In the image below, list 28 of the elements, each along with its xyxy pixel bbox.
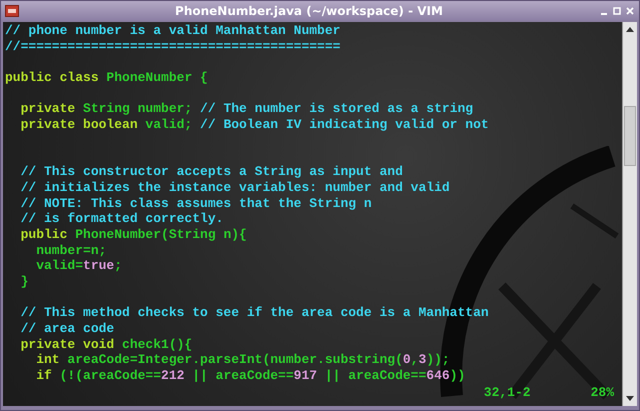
code-line: // This constructor accepts a String as input and [20, 164, 403, 180]
code-line: // initializes the instance variables: number and valid [20, 180, 450, 196]
code-line: // area code [20, 321, 114, 337]
code-line: number=n; [35, 242, 106, 258]
code-line: } [20, 274, 28, 290]
scroll-down-icon[interactable] [625, 395, 635, 403]
code-line: private String number; // The number is stored as a string [20, 101, 474, 118]
cursor-position: 32,1-2 [484, 384, 531, 401]
code-line: int areaCode=Integer.parseInt(number.substring(0,3)); [35, 352, 450, 368]
scroll-percentage: 28% [590, 384, 614, 401]
code-line: // NOTE: This class assumes that the String n [20, 196, 372, 212]
code-line: // is formatted correctly. [20, 211, 224, 227]
scrollbar[interactable] [622, 22, 637, 406]
code-line: public class PhoneNumber { [5, 70, 208, 86]
code-line: private void check1(){ [20, 336, 192, 352]
code-line: // phone number is a valid Manhattan Number [5, 23, 340, 39]
code-line: //========================================= [5, 38, 340, 54]
code-line: if (!(areaCode==212 || areaCode==917 || areaCode==646)) [35, 368, 466, 384]
scroll-thumb[interactable] [624, 106, 636, 166]
scroll-up-icon[interactable] [625, 25, 635, 33]
code-line: valid=true; [35, 258, 122, 274]
code-line: private boolean valid; // Boolean IV indicating valid or not [20, 117, 489, 133]
maximize-icon[interactable] [612, 6, 622, 16]
window-title: PhoneNumber.java (~/workspace) - VIM [174, 4, 444, 18]
code-line: public PhoneNumber(String n){ [20, 226, 247, 243]
code-line: // This method checks to see if the area code is a Manhattan [20, 305, 489, 322]
app-icon[interactable] [5, 4, 19, 16]
close-icon[interactable] [625, 6, 635, 16]
